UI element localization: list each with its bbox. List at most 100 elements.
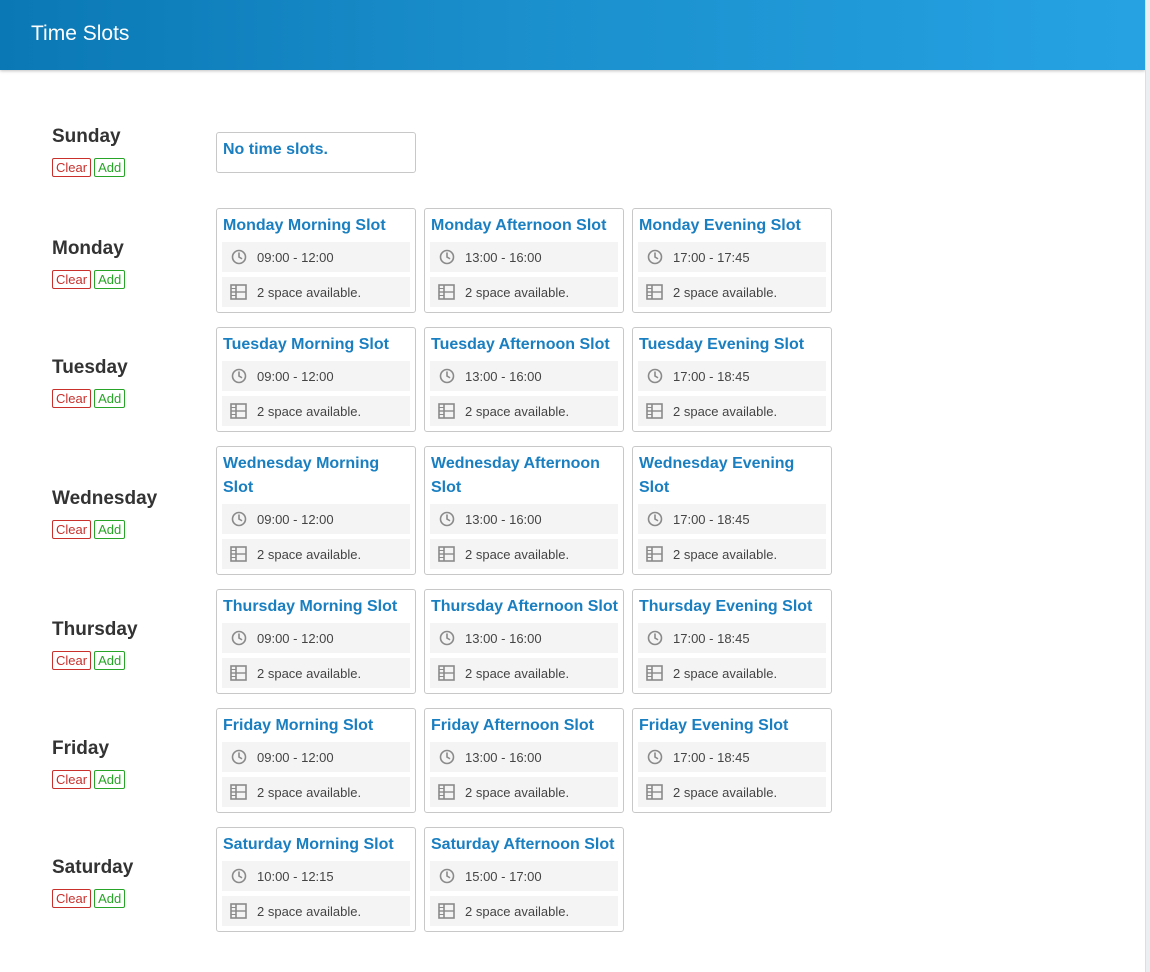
slot-time-row: 17:00 - 18:45 [638, 361, 826, 391]
time-slot-card[interactable]: Friday Morning Slot 09:00 - 12:00 2 spac… [216, 708, 416, 813]
time-slot-card[interactable]: Tuesday Evening Slot 17:00 - 18:45 2 spa… [632, 327, 832, 432]
clear-button-wednesday[interactable]: Clear [52, 520, 92, 539]
time-slot-card[interactable]: Friday Afternoon Slot 13:00 - 16:00 2 sp… [424, 708, 624, 813]
clock-icon [438, 368, 455, 385]
day-name: Saturday [52, 857, 134, 878]
scrollbar-track[interactable] [1145, 0, 1150, 972]
clock-icon [230, 630, 247, 647]
slot-title[interactable]: Wednesday Afternoon Slot [425, 447, 623, 504]
clear-button-tuesday[interactable]: Clear [52, 389, 92, 408]
slot-space: 2 space available. [465, 665, 570, 681]
slot-time-row: 17:00 - 18:45 [638, 504, 826, 534]
time-slot-card[interactable]: Tuesday Afternoon Slot 13:00 - 16:00 2 s… [424, 327, 624, 432]
time-slot-card[interactable]: Tuesday Morning Slot 09:00 - 12:00 2 spa… [216, 327, 416, 432]
day-label-monday: Monday Clear Add [52, 237, 202, 289]
slot-time-row: 13:00 - 16:00 [430, 623, 618, 653]
slot-space: 2 space available. [673, 403, 778, 419]
room-icon [230, 903, 247, 920]
time-slot-card[interactable]: Monday Afternoon Slot 13:00 - 16:00 2 sp… [424, 208, 624, 313]
clock-icon [230, 868, 247, 885]
slot-time-row: 13:00 - 16:00 [430, 742, 618, 772]
add-button-thursday[interactable]: Add [94, 651, 126, 670]
slot-time-row: 09:00 - 12:00 [222, 361, 410, 391]
time-slot-card[interactable]: Saturday Morning Slot 10:00 - 12:15 2 sp… [216, 827, 416, 932]
slot-title[interactable]: Wednesday Evening Slot [633, 447, 831, 504]
clear-button-monday[interactable]: Clear [52, 270, 92, 289]
time-slot-card[interactable]: Thursday Morning Slot 09:00 - 12:00 2 sp… [216, 589, 416, 694]
slot-space-row: 2 space available. [430, 777, 618, 807]
slot-title[interactable]: Saturday Morning Slot [217, 828, 415, 861]
slot-title[interactable]: Friday Afternoon Slot [425, 709, 623, 742]
clock-icon [646, 249, 663, 266]
slot-time-row: 09:00 - 12:00 [222, 742, 410, 772]
slot-title[interactable]: Tuesday Evening Slot [633, 328, 831, 361]
slot-time-row: 09:00 - 12:00 [222, 623, 410, 653]
time-slot-card[interactable]: Saturday Afternoon Slot 15:00 - 17:00 2 … [424, 827, 624, 932]
time-slot-card[interactable]: Monday Evening Slot 17:00 - 17:45 2 spac… [632, 208, 832, 313]
slot-title[interactable]: Wednesday Morning Slot [217, 447, 415, 504]
clear-button-sunday[interactable]: Clear [52, 158, 92, 177]
day-label-sunday: Sunday Clear Add [52, 125, 202, 177]
empty-slot-card: No time slots. [216, 132, 416, 173]
room-icon [230, 284, 247, 301]
time-slot-card[interactable]: Wednesday Morning Slot 09:00 - 12:00 2 s… [216, 446, 416, 575]
add-button-tuesday[interactable]: Add [94, 389, 126, 408]
slot-space: 2 space available. [257, 546, 362, 562]
slot-title[interactable]: Monday Morning Slot [217, 209, 415, 242]
clear-button-saturday[interactable]: Clear [52, 889, 92, 908]
slot-title[interactable]: Thursday Afternoon Slot [425, 590, 623, 623]
time-slot-card[interactable]: Thursday Evening Slot 17:00 - 18:45 2 sp… [632, 589, 832, 694]
day-name: Sunday [52, 126, 121, 147]
clock-icon [646, 749, 663, 766]
clock-icon [646, 511, 663, 528]
slot-title[interactable]: Tuesday Morning Slot [217, 328, 415, 361]
add-button-friday[interactable]: Add [94, 770, 126, 789]
clear-button-friday[interactable]: Clear [52, 770, 92, 789]
slot-space-row: 2 space available. [638, 396, 826, 426]
day-label-friday: Friday Clear Add [52, 737, 202, 789]
time-slot-card[interactable]: Monday Morning Slot 09:00 - 12:00 2 spac… [216, 208, 416, 313]
slot-time: 13:00 - 16:00 [465, 368, 542, 384]
time-slot-card[interactable]: Friday Evening Slot 17:00 - 18:45 2 spac… [632, 708, 832, 813]
slot-time: 17:00 - 18:45 [673, 368, 750, 384]
room-icon [438, 284, 455, 301]
slot-title[interactable]: Monday Evening Slot [633, 209, 831, 242]
slot-time: 17:00 - 17:45 [673, 249, 750, 265]
room-icon [646, 784, 663, 801]
time-slot-card[interactable]: Thursday Afternoon Slot 13:00 - 16:00 2 … [424, 589, 624, 694]
slot-title[interactable]: Thursday Morning Slot [217, 590, 415, 623]
slot-title[interactable]: Friday Evening Slot [633, 709, 831, 742]
clock-icon [438, 868, 455, 885]
time-slot-card[interactable]: Wednesday Evening Slot 17:00 - 18:45 2 s… [632, 446, 832, 575]
room-icon [438, 784, 455, 801]
slot-time-row: 09:00 - 12:00 [222, 242, 410, 272]
day-label-wednesday: Wednesday Clear Add [52, 487, 202, 539]
slot-time: 09:00 - 12:00 [257, 630, 334, 646]
add-button-monday[interactable]: Add [94, 270, 126, 289]
slot-time: 17:00 - 18:45 [673, 630, 750, 646]
slot-title[interactable]: Monday Afternoon Slot [425, 209, 623, 242]
clock-icon [438, 511, 455, 528]
slot-title[interactable]: Tuesday Afternoon Slot [425, 328, 623, 361]
clock-icon [438, 749, 455, 766]
day-label-tuesday: Tuesday Clear Add [52, 356, 202, 408]
add-button-saturday[interactable]: Add [94, 889, 126, 908]
add-button-wednesday[interactable]: Add [94, 520, 126, 539]
day-name: Thursday [52, 619, 138, 640]
slot-space: 2 space available. [673, 665, 778, 681]
time-slot-card[interactable]: Wednesday Afternoon Slot 13:00 - 16:00 2… [424, 446, 624, 575]
slot-title[interactable]: Saturday Afternoon Slot [425, 828, 623, 861]
day-actions: Clear Add [52, 520, 202, 539]
slot-title[interactable]: Friday Morning Slot [217, 709, 415, 742]
slot-space-row: 2 space available. [430, 396, 618, 426]
slot-time: 09:00 - 12:00 [257, 511, 334, 527]
slot-time: 09:00 - 12:00 [257, 749, 334, 765]
clear-button-thursday[interactable]: Clear [52, 651, 92, 670]
room-icon [230, 403, 247, 420]
slot-time: 09:00 - 12:00 [257, 249, 334, 265]
slot-space-row: 2 space available. [638, 277, 826, 307]
room-icon [438, 665, 455, 682]
slot-title[interactable]: Thursday Evening Slot [633, 590, 831, 623]
room-icon [646, 284, 663, 301]
add-button-sunday[interactable]: Add [94, 158, 126, 177]
